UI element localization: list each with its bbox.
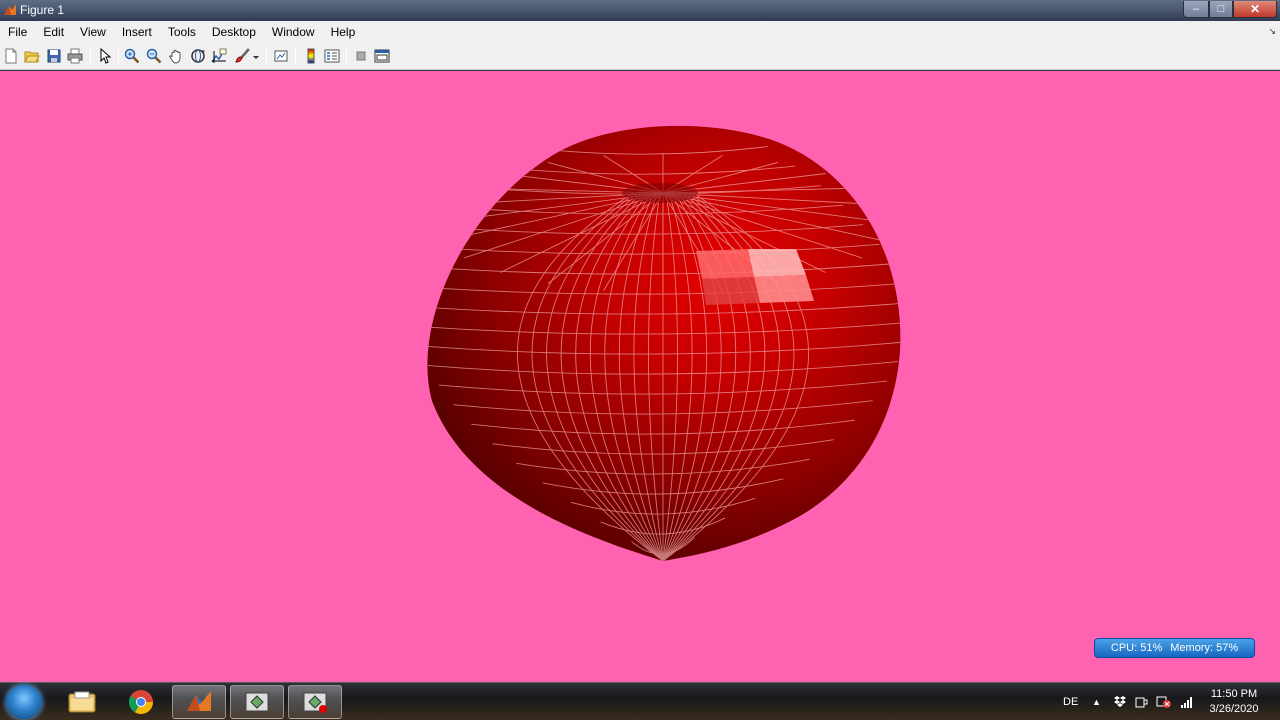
cpu-usage: CPU: 51%	[1110, 642, 1163, 654]
menu-view[interactable]: View	[72, 21, 114, 43]
zoom-out-icon[interactable]	[145, 47, 163, 65]
specular-highlight	[754, 275, 814, 303]
insert-legend-icon[interactable]	[323, 47, 341, 65]
maximize-button[interactable]: □	[1209, 1, 1233, 18]
pan-icon[interactable]	[167, 47, 185, 65]
app-window-icon[interactable]	[230, 685, 284, 719]
clock-date: 3/26/2020	[1209, 703, 1259, 715]
clock-time: 11:50 PM	[1210, 688, 1258, 700]
file-explorer-icon[interactable]	[55, 685, 109, 719]
memory-usage: Memory: 57%	[1170, 642, 1239, 654]
menu-insert[interactable]: Insert	[114, 21, 160, 43]
show-hidden-icons-icon[interactable]: ▲	[1092, 683, 1101, 720]
app-window-record-icon[interactable]	[288, 685, 342, 719]
zoom-in-icon[interactable]	[123, 47, 141, 65]
brush-icon[interactable]	[233, 47, 251, 65]
figure-canvas[interactable]: CPU: 51% Memory: 57%	[0, 71, 1280, 682]
menu-file[interactable]: File	[0, 21, 35, 43]
window-title: Figure 1	[20, 3, 65, 17]
windows-taskbar: DE ▲ 11:50 PM 3/26/2020	[0, 682, 1280, 720]
specular-highlight	[702, 277, 760, 305]
window-titlebar: Figure 1 – □ ✕	[0, 0, 1280, 21]
data-cursor-icon[interactable]	[210, 47, 228, 65]
start-orb-icon[interactable]	[6, 685, 42, 719]
network-warning-icon[interactable]	[1156, 683, 1172, 720]
menu-edit[interactable]: Edit	[35, 21, 72, 43]
matlab-figure-icon	[4, 4, 16, 15]
new-figure-icon[interactable]	[2, 47, 20, 65]
insert-colorbar-icon[interactable]	[302, 47, 320, 65]
dropbox-icon[interactable]	[1113, 683, 1127, 720]
menu-window[interactable]: Window	[264, 21, 323, 43]
dock-figure-icon[interactable]: ↘	[1268, 26, 1276, 37]
figure-toolbar	[0, 43, 1280, 70]
stem-dimple	[622, 183, 698, 203]
menu-help[interactable]: Help	[323, 21, 364, 43]
rotate-3d-icon[interactable]	[189, 47, 207, 65]
save-icon[interactable]	[45, 47, 63, 65]
menu-tools[interactable]: Tools	[160, 21, 204, 43]
matlab-icon[interactable]	[172, 685, 226, 719]
cpu-memory-gadget: CPU: 51% Memory: 57%	[1094, 638, 1255, 658]
minimize-button[interactable]: –	[1183, 1, 1209, 18]
open-file-icon[interactable]	[23, 47, 41, 65]
specular-highlight	[748, 249, 806, 277]
specular-highlight	[696, 249, 754, 279]
surface-plot[interactable]	[0, 71, 1280, 682]
link-plot-icon[interactable]	[272, 47, 290, 65]
system-clock[interactable]: 11:50 PM 3/26/2020	[1200, 687, 1268, 717]
safely-remove-icon[interactable]	[1134, 683, 1148, 720]
edit-plot-icon[interactable]	[96, 47, 114, 65]
hide-plot-tools-icon[interactable]	[352, 47, 370, 65]
show-plot-tools-icon[interactable]	[373, 47, 391, 65]
language-indicator[interactable]: DE	[1063, 683, 1078, 720]
brush-dropdown-icon[interactable]	[251, 47, 261, 65]
menu-bar: File Edit View Insert Tools Desktop Wind…	[0, 21, 1280, 43]
signal-strength-icon[interactable]	[1180, 683, 1194, 720]
apple-surface	[427, 125, 901, 562]
menu-desktop[interactable]: Desktop	[204, 21, 264, 43]
chrome-icon[interactable]	[114, 685, 168, 719]
close-button[interactable]: ✕	[1233, 1, 1277, 18]
print-icon[interactable]	[66, 47, 84, 65]
